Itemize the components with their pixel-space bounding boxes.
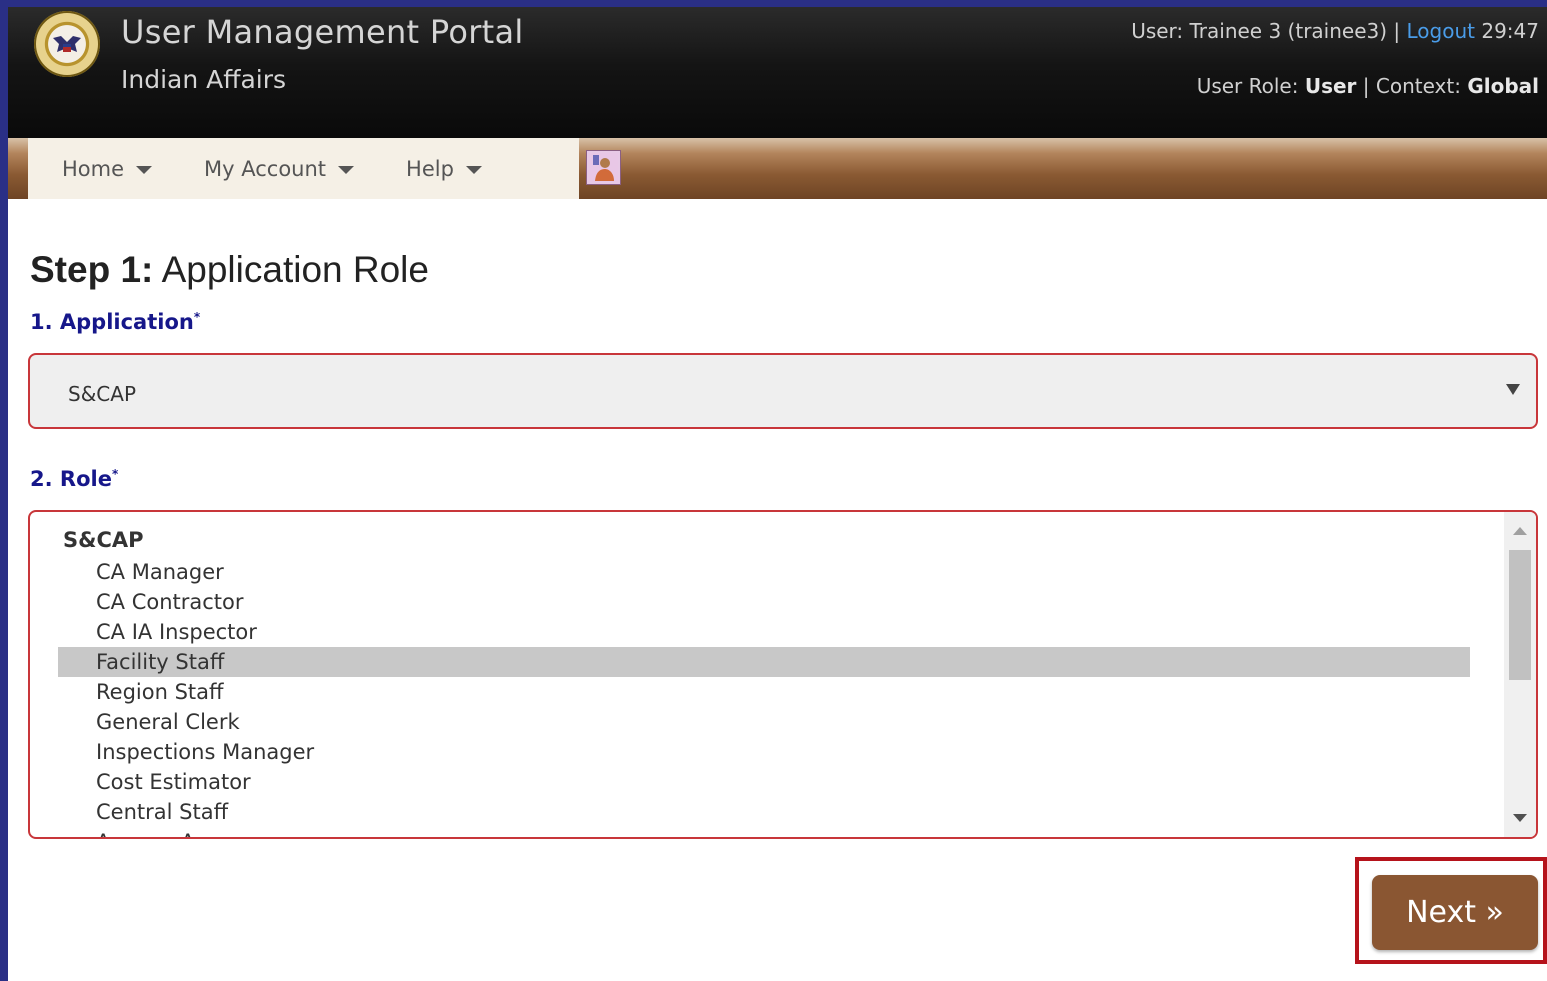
- context-label: | Context:: [1362, 74, 1461, 98]
- chevron-down-icon: [465, 165, 482, 174]
- role-option[interactable]: General Clerk: [58, 707, 1470, 737]
- application-label: 1. Application*: [30, 310, 200, 334]
- role-label-text: 2. Role: [30, 467, 112, 491]
- role-option[interactable]: Inspections Manager: [58, 737, 1470, 767]
- dropdown-arrow-icon: [1506, 384, 1520, 395]
- chevron-down-icon: [338, 165, 355, 174]
- nav-item-label: Home: [62, 156, 125, 181]
- user-role-label: User Role:: [1196, 74, 1299, 98]
- role-option[interactable]: CA Manager: [58, 557, 1470, 587]
- context-value: Global: [1467, 74, 1539, 98]
- nav-bar: Home My Account Help: [8, 138, 1547, 199]
- user-badge-icon[interactable]: [586, 150, 621, 185]
- step-title-text: Application Role: [153, 249, 429, 290]
- role-option[interactable]: CA Contractor: [58, 587, 1470, 617]
- nav-item-help[interactable]: Help: [406, 157, 482, 181]
- page-title: Step 1: Application Role: [30, 249, 429, 291]
- role-context-info: User Role: User | Context: Global: [1197, 74, 1539, 98]
- app-subtitle: Indian Affairs: [121, 65, 287, 94]
- user-info: User: Trainee 3 (trainee3) | Logout 29:4…: [1131, 19, 1539, 43]
- role-option[interactable]: Cost Estimator: [58, 767, 1470, 797]
- chevron-down-icon: [136, 165, 153, 174]
- scroll-up-icon[interactable]: [1513, 527, 1527, 535]
- nav-menu: Home My Account Help: [28, 138, 579, 199]
- role-option[interactable]: CA IA Inspector: [58, 617, 1470, 647]
- scroll-thumb[interactable]: [1509, 550, 1531, 680]
- role-list-scrollbar[interactable]: [1504, 512, 1536, 837]
- nav-item-my-account[interactable]: My Account: [204, 156, 355, 181]
- app-window: User Management Portal Indian Affairs Us…: [8, 7, 1547, 981]
- required-marker: *: [193, 310, 201, 324]
- application-select-value: S&CAP: [68, 382, 136, 406]
- header: User Management Portal Indian Affairs Us…: [8, 7, 1547, 138]
- role-option-selected[interactable]: Facility Staff: [58, 647, 1470, 677]
- application-label-text: 1. Application: [30, 310, 194, 334]
- user-info-text: User: Trainee 3 (trainee3) |: [1131, 19, 1401, 43]
- role-option[interactable]: Agency Approver: [58, 827, 1470, 837]
- nav-item-home[interactable]: Home: [62, 156, 153, 181]
- agency-seal-logo: [34, 11, 100, 77]
- role-option[interactable]: Region Staff: [58, 677, 1470, 707]
- scroll-down-icon[interactable]: [1513, 814, 1527, 822]
- nav-item-label: My Account: [204, 156, 327, 181]
- eagle-icon: [53, 36, 81, 52]
- app-title: User Management Portal: [121, 13, 524, 51]
- required-marker: *: [111, 467, 119, 481]
- role-group-label: S&CAP: [63, 528, 144, 552]
- next-button[interactable]: Next »: [1372, 875, 1538, 950]
- user-role-value: User: [1304, 74, 1357, 98]
- logout-link[interactable]: Logout: [1407, 19, 1475, 43]
- role-option[interactable]: Central Staff: [58, 797, 1470, 827]
- nav-item-label: Help: [406, 156, 454, 181]
- session-timer: 29:47: [1481, 19, 1539, 43]
- step-number: Step 1:: [30, 249, 154, 290]
- role-listbox[interactable]: S&CAP CA Manager CA Contractor CA IA Ins…: [28, 510, 1538, 839]
- application-select[interactable]: S&CAP: [28, 353, 1538, 429]
- role-label: 2. Role*: [30, 467, 118, 491]
